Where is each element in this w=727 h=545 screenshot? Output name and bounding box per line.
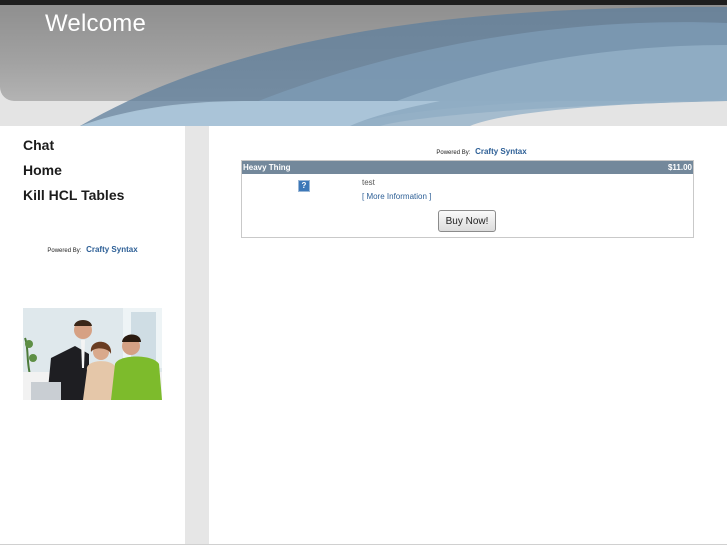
nav-item-kill-hcl-tables: Kill HCL Tables [23,186,185,211]
nav-item-chat: Chat [23,136,185,161]
powered-by-prefix: Powered By: [436,150,471,156]
nav-link-chat[interactable]: Chat [23,137,54,153]
powered-by-prefix: Powered By: [47,248,82,254]
product-thumbnail-icon[interactable]: ? [298,180,310,192]
crafty-syntax-link[interactable]: Crafty Syntax [475,147,527,156]
product-price: $11.00 [667,163,692,172]
sidebar-powered-by: Powered By: Crafty Syntax [0,245,185,254]
product-description: test [362,178,375,187]
team-photo [23,308,162,400]
sidebar-nav: Chat Home Kill HCL Tables [0,126,185,211]
main-powered-by: Powered By: Crafty Syntax [209,147,727,156]
sidebar: Chat Home Kill HCL Tables Powered By: Cr… [0,126,185,544]
site-title: Welcome [45,10,146,37]
more-information-link[interactable]: [ More Information ] [362,192,431,201]
header-banner: Welcome [0,5,727,126]
product-card: Heavy Thing $11.00 ? test [ More Informa… [241,160,694,238]
main-content: Powered By: Crafty Syntax Heavy Thing $1… [209,126,727,544]
team-photo-image [23,308,162,400]
buy-now-button[interactable]: Buy Now! [438,210,496,232]
crafty-syntax-link[interactable]: Crafty Syntax [86,245,138,254]
product-header: Heavy Thing $11.00 [242,161,693,174]
nav-link-home[interactable]: Home [23,162,62,178]
product-name: Heavy Thing [243,163,291,172]
nav-item-home: Home [23,161,185,186]
nav-link-kill-hcl-tables[interactable]: Kill HCL Tables [23,187,124,203]
